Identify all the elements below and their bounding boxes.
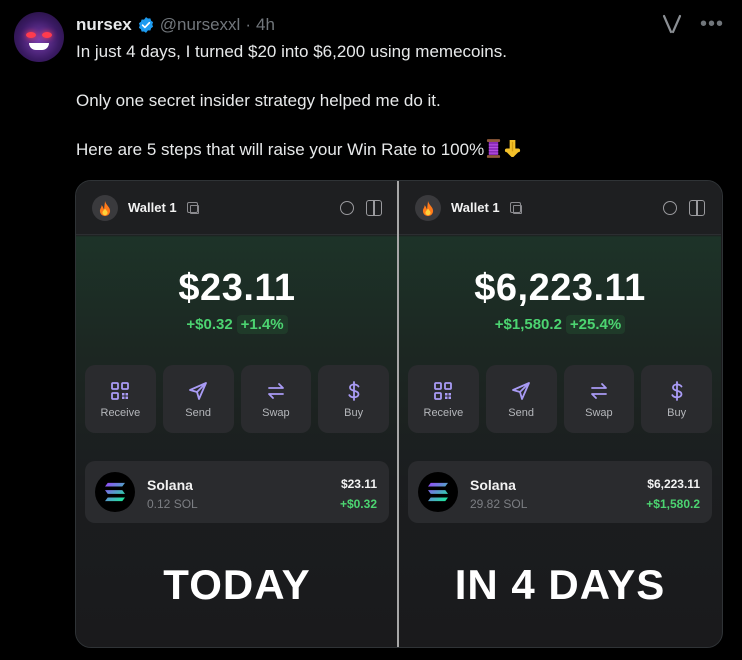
action-label: Receive	[423, 406, 464, 419]
avatar[interactable]	[14, 12, 64, 62]
wallet-actions: Receive Send Swap Buy	[408, 365, 712, 433]
send-button[interactable]: Send	[485, 365, 557, 433]
copy-icon[interactable]	[510, 202, 522, 214]
action-label: Buy	[344, 406, 364, 419]
buy-button[interactable]: Buy	[318, 365, 389, 433]
change-amount: +$0.32	[186, 316, 233, 333]
wallet-header: Wallet 1	[76, 181, 398, 235]
wallet-balance: $23.11	[178, 267, 296, 309]
swap-button[interactable]: Swap	[563, 365, 635, 433]
token-amount: 0.12 SOL	[147, 497, 198, 511]
action-label: Swap	[585, 406, 613, 419]
separator-dot: ·	[245, 15, 251, 34]
media-image[interactable]: Wallet 1 $23.11 +$0.32 +1.4% Receive Send…	[75, 180, 723, 648]
author-name[interactable]: nursex	[76, 15, 132, 35]
change-percent: +1.4%	[236, 315, 288, 334]
token-row-solana[interactable]: Solana 0.12 SOL $23.11 +$0.32	[85, 461, 389, 523]
send-icon	[512, 381, 531, 400]
author-handle[interactable]: @nursexxl	[160, 15, 241, 35]
more-icon[interactable]: •••	[700, 14, 724, 34]
swap-icon	[267, 382, 284, 399]
tweet-line: Here are 5 steps that will raise your Wi…	[76, 139, 716, 164]
solana-logo-icon	[418, 472, 458, 512]
change-percent: +25.4%	[565, 315, 626, 334]
token-name: Solana	[470, 477, 516, 493]
pointing-down-emoji	[503, 139, 522, 164]
qr-icon	[111, 381, 130, 400]
fire-icon	[415, 195, 441, 221]
tweet-text: In just 4 days, I turned $20 into $6,200…	[76, 41, 716, 191]
circle-icon[interactable]	[340, 201, 354, 215]
token-value: $23.11	[340, 477, 377, 491]
wallet-panel-in-4-days: Wallet 1 $6,223.11 +$1,580.2 +25.4% Recei…	[399, 181, 721, 647]
circle-icon[interactable]	[663, 201, 677, 215]
caption: TODAY	[163, 561, 311, 608]
buy-button[interactable]: Buy	[641, 365, 712, 433]
balance-change: +$1,580.2 +25.4%	[399, 315, 721, 334]
token-change: +$1,580.2	[646, 497, 700, 511]
avatar-eye	[26, 32, 36, 38]
grok-icon[interactable]	[660, 12, 684, 36]
swap-icon	[590, 382, 607, 399]
avatar-eye	[42, 32, 52, 38]
wallet-panel-today: Wallet 1 $23.11 +$0.32 +1.4% Receive Send…	[76, 181, 398, 647]
receive-button[interactable]: Receive	[408, 365, 479, 433]
qr-icon	[434, 381, 453, 400]
fire-icon	[92, 195, 118, 221]
wallet-header: Wallet 1	[399, 181, 721, 235]
action-label: Send	[185, 406, 211, 419]
tweet-line: Only one secret insider strategy helped …	[76, 91, 441, 110]
tweet-line-text: Here are 5 steps that will raise your Wi…	[76, 140, 485, 159]
send-icon	[189, 381, 208, 400]
wallet-actions: Receive Send Swap Buy	[85, 365, 389, 433]
thread-spool-emoji	[486, 139, 501, 164]
avatar-mouth	[29, 43, 49, 50]
caption: IN 4 DAYS	[454, 561, 666, 608]
token-change: +$0.32	[339, 497, 377, 511]
token-row-solana[interactable]: Solana 29.82 SOL $6,223.11 +$1,580.2	[408, 461, 712, 523]
sidebar-icon[interactable]	[366, 200, 382, 216]
receive-button[interactable]: Receive	[85, 365, 156, 433]
tweet-line: In just 4 days, I turned $20 into $6,200…	[76, 42, 507, 61]
token-value: $6,223.11	[647, 477, 700, 491]
solana-logo-icon	[95, 472, 135, 512]
tweet-header: nursex @nursexxl · 4h	[76, 14, 275, 36]
post-time[interactable]: 4h	[256, 15, 275, 35]
wallet-name: Wallet 1	[451, 200, 500, 215]
balance-change: +$0.32 +1.4%	[76, 315, 398, 334]
swap-button[interactable]: Swap	[240, 365, 312, 433]
wallet-name: Wallet 1	[128, 200, 177, 215]
action-label: Swap	[262, 406, 290, 419]
token-name: Solana	[147, 477, 193, 493]
send-button[interactable]: Send	[162, 365, 234, 433]
action-label: Send	[508, 406, 534, 419]
dollar-icon	[348, 380, 360, 401]
tweet-actions-top: •••	[660, 12, 724, 36]
verified-badge-icon[interactable]	[137, 16, 155, 34]
action-label: Buy	[667, 406, 687, 419]
copy-icon[interactable]	[187, 202, 199, 214]
action-label: Receive	[100, 406, 141, 419]
sidebar-icon[interactable]	[689, 200, 705, 216]
dollar-icon	[671, 380, 683, 401]
wallet-balance: $6,223.11	[474, 267, 646, 309]
change-amount: +$1,580.2	[494, 316, 562, 333]
token-amount: 29.82 SOL	[470, 497, 528, 511]
